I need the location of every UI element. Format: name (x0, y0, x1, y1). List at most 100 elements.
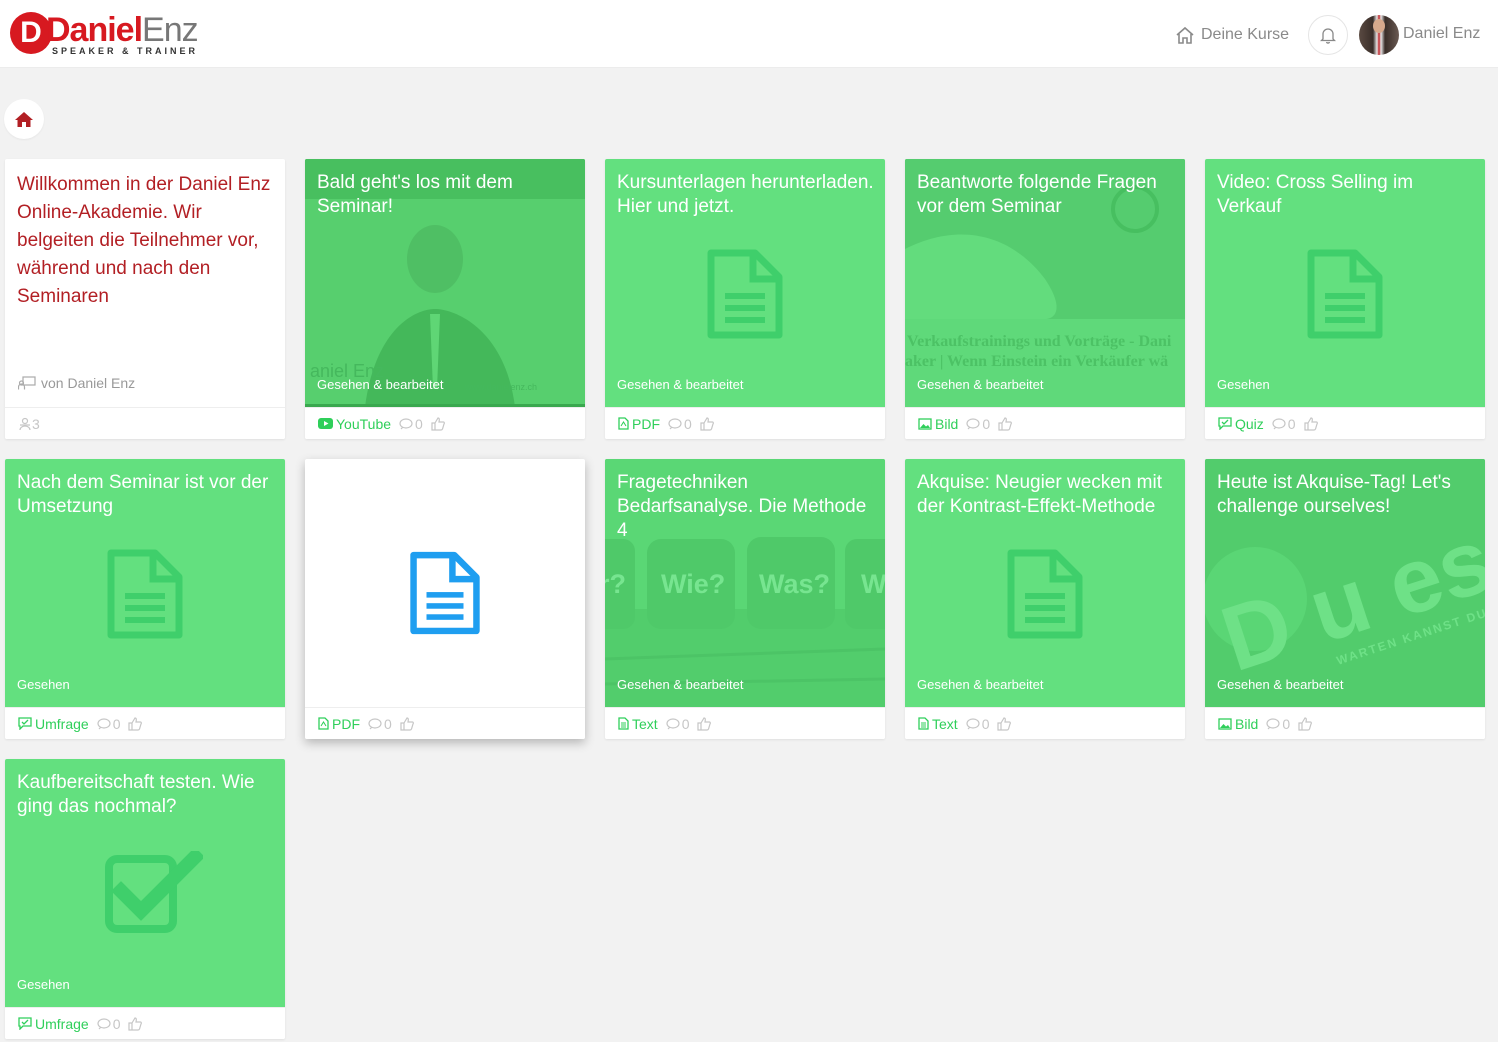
comment-count: 0 (112, 1015, 121, 1032)
pdf-icon (318, 717, 329, 730)
lesson-card[interactable]: PDF 0 (305, 459, 585, 739)
home-button[interactable] (4, 99, 44, 139)
document-icon (410, 551, 480, 635)
card-thumbnail (305, 459, 585, 707)
card-status: Gesehen & bearbeitet (617, 677, 744, 692)
card-footer: PDF 0 (305, 707, 585, 739)
like-icon[interactable] (998, 416, 1013, 431)
comments[interactable]: 0 (966, 416, 998, 432)
card-title: Kaufbereitschaft testen. Wie ging das no… (17, 772, 255, 817)
logo-wordmark: DanielEnz (46, 11, 199, 49)
card-thumbnail: aniel Enz www.danielenz.ch Bald geht's l… (305, 159, 585, 407)
author-name: von Daniel Enz (41, 375, 136, 391)
top-bar: D DanielEnz SPEAKER & TRAINER Deine Kurs… (0, 0, 1498, 68)
like-icon[interactable] (997, 716, 1012, 731)
image-icon (918, 417, 932, 430)
comments[interactable]: 0 (97, 1016, 129, 1032)
comments[interactable]: 0 (368, 716, 400, 732)
comment-icon (97, 717, 111, 729)
card-status: Gesehen & bearbeitet (917, 677, 1044, 692)
card-footer: Bild 0 (905, 407, 1185, 439)
author-line: von Daniel Enz (18, 375, 135, 391)
card-type: Bild (935, 415, 959, 432)
quiz-icon (1218, 417, 1232, 430)
comment-count: 0 (1287, 415, 1296, 432)
survey-icon (18, 1017, 32, 1030)
lesson-card[interactable]: Kursunterlagen herunterladen. Hier und j… (605, 159, 885, 439)
logo-tagline: SPEAKER & TRAINER (52, 46, 199, 56)
lesson-card[interactable]: Kaufbereitschaft testen. Wie ging das no… (5, 759, 285, 1039)
like-icon[interactable] (128, 1016, 143, 1031)
comments[interactable]: 0 (1272, 416, 1304, 432)
like-icon[interactable] (700, 416, 714, 431)
document-icon (1007, 549, 1083, 639)
survey-icon (18, 717, 32, 730)
comments[interactable]: 0 (668, 416, 700, 432)
dice-text: W (861, 569, 885, 599)
nav-courses-link[interactable]: Deine Kurse (1175, 24, 1289, 46)
lesson-card[interactable]: aniel Enz www.danielenz.ch Bald geht's l… (305, 159, 585, 439)
image-text-line-1: Verkaufstrainings und Vorträge - Dani (907, 333, 1172, 350)
comment-count: 0 (681, 715, 690, 732)
lesson-card[interactable]: Video: Cross Selling im Verkauf Gesehen … (1205, 159, 1485, 439)
card-type: Quiz (1235, 415, 1264, 432)
teacher-icon (18, 376, 36, 390)
members-count: 3 (32, 415, 40, 432)
card-footer: Bild 0 (1205, 707, 1485, 739)
like-icon[interactable] (400, 716, 414, 731)
pdf-icon (618, 417, 629, 430)
card-thumbnail: r? Wie? Was? W Fragetechniken Bedarfsana… (605, 459, 885, 707)
dice-text: r? (605, 569, 626, 599)
comments[interactable]: 0 (666, 716, 698, 732)
card-thumbnail: Video: Cross Selling im Verkauf Gesehen (1205, 159, 1485, 407)
lesson-card[interactable]: Akquise: Neugier wecken mit der Kontrast… (905, 459, 1185, 739)
card-status: Gesehen & bearbeitet (317, 377, 444, 392)
lesson-card[interactable]: r? Wie? Was? W Fragetechniken Bedarfsana… (605, 459, 885, 739)
card-title: Akquise: Neugier wecken mit der Kontrast… (917, 472, 1162, 517)
user-name[interactable]: Daniel Enz (1403, 25, 1480, 43)
comment-icon (1266, 717, 1280, 729)
card-title: Video: Cross Selling im Verkauf (1217, 172, 1414, 217)
logo[interactable]: D DanielEnz SPEAKER & TRAINER (10, 10, 199, 60)
comment-count: 0 (415, 415, 423, 432)
card-thumbnail: Kaufbereitschaft testen. Wie ging das no… (5, 759, 285, 1007)
like-icon[interactable] (1298, 716, 1313, 731)
comment-icon (966, 417, 980, 429)
card-title: Fragetechniken Bedarfsanalyse. Die Metho… (617, 472, 867, 541)
card-title: Bald geht's los mit dem Seminar! (317, 172, 513, 217)
card-footer: YouTube 0 (305, 407, 585, 439)
youtube-icon (318, 418, 333, 429)
document-icon (107, 549, 183, 639)
comments[interactable]: 0 (1266, 716, 1298, 732)
image-url-text: www.danielenz.ch (464, 382, 537, 392)
comment-count: 0 (684, 415, 692, 432)
like-icon[interactable] (697, 716, 712, 731)
comments[interactable]: 0 (399, 416, 431, 432)
comment-icon (399, 417, 413, 429)
comments[interactable]: 0 (97, 716, 129, 732)
like-icon[interactable] (431, 416, 445, 431)
comment-icon (966, 717, 980, 729)
like-icon[interactable] (1303, 416, 1318, 431)
card-type: Bild (1235, 715, 1259, 732)
card-title: Kursunterlagen herunterladen. Hier und j… (617, 172, 874, 217)
like-icon[interactable] (128, 716, 143, 731)
document-icon (1307, 249, 1383, 339)
comment-count: 0 (1282, 715, 1291, 732)
card-type: Text (632, 715, 658, 732)
welcome-card[interactable]: Willkommen in der Daniel Enz Online-Akad… (5, 159, 285, 439)
comment-count: 0 (982, 415, 991, 432)
comment-count: 0 (981, 715, 990, 732)
dice-text: Was? (759, 569, 830, 599)
card-type: Umfrage (35, 1015, 89, 1032)
avatar[interactable] (1359, 15, 1399, 55)
comment-icon (666, 717, 680, 729)
card-thumbnail: Verkaufstrainings und Vorträge - Dani ak… (905, 159, 1185, 407)
notifications-button[interactable] (1308, 15, 1348, 55)
comment-count: 0 (112, 715, 121, 732)
lesson-card[interactable]: Verkaufstrainings und Vorträge - Dani ak… (905, 159, 1185, 439)
comments[interactable]: 0 (966, 716, 998, 732)
lesson-card[interactable]: D u es WARTEN KANNST DU MO Heute ist Akq… (1205, 459, 1485, 739)
nav-courses-label: Deine Kurse (1201, 26, 1290, 43)
lesson-card[interactable]: Nach dem Seminar ist vor der Umsetzung G… (5, 459, 285, 739)
